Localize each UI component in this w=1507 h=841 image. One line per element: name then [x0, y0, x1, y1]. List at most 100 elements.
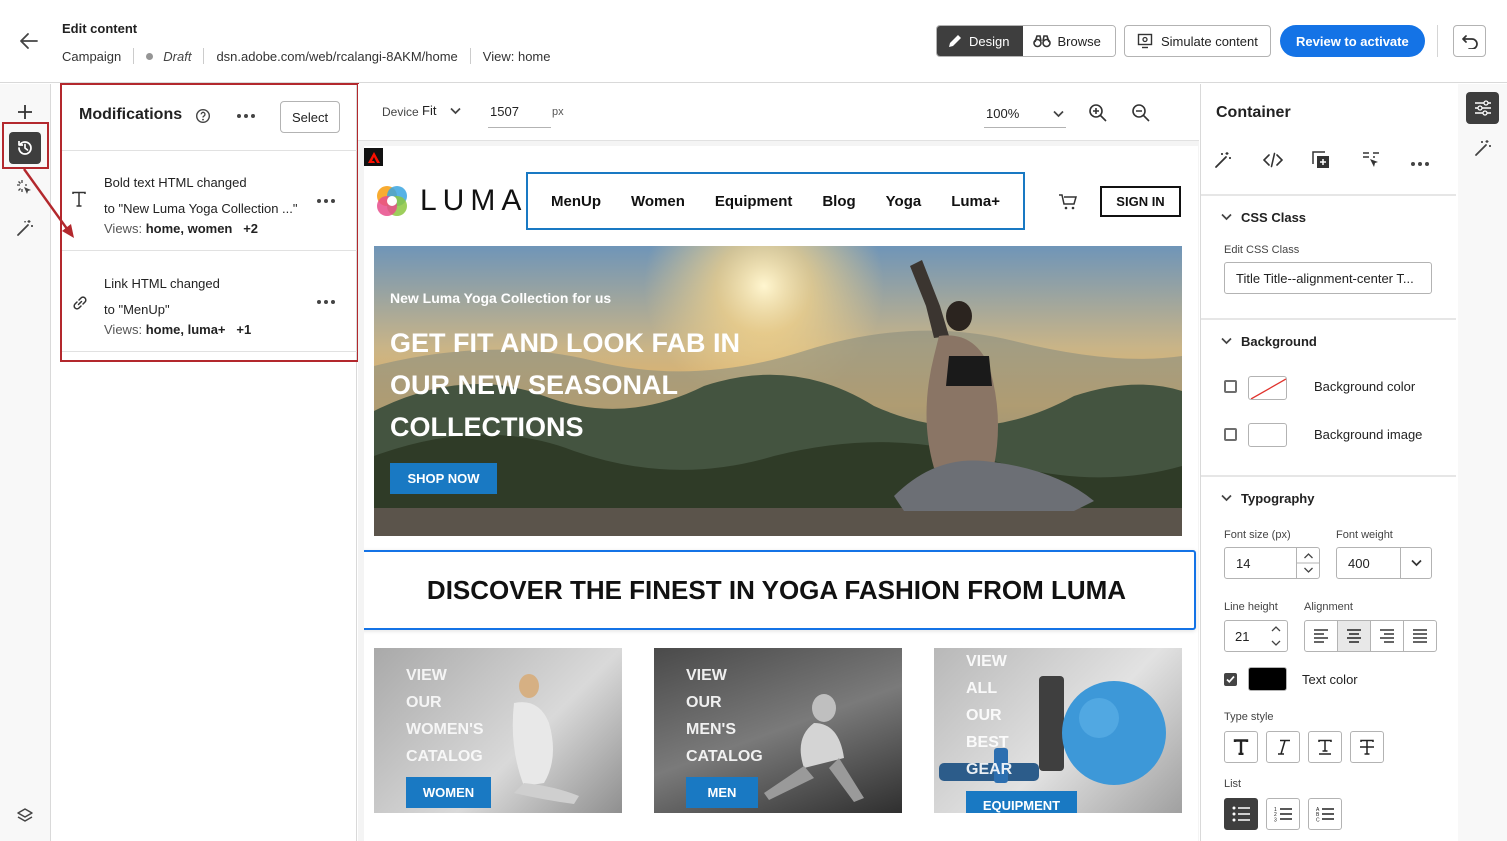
zoom-out-icon [1132, 104, 1150, 122]
luma-logo[interactable]: LUMA [374, 183, 527, 219]
chevron-down-icon[interactable] [1221, 494, 1232, 502]
layers-button[interactable] [9, 800, 41, 832]
device-dropdown[interactable]: Fit [422, 103, 462, 118]
align-left-button[interactable] [1305, 621, 1338, 651]
page-title: Edit content [62, 21, 138, 36]
background-image-checkbox[interactable] [1224, 428, 1237, 441]
layers-icon [17, 808, 33, 822]
font-weight-dropdown[interactable] [1400, 548, 1431, 578]
line-height-label: Line height [1224, 601, 1278, 613]
bullet-list-button[interactable] [1224, 798, 1258, 830]
mode-switcher: Design Browse [936, 25, 1116, 57]
strikethrough-button[interactable] [1350, 731, 1384, 763]
svg-text:3: 3 [1274, 818, 1277, 823]
view-label: View: home [482, 48, 551, 64]
luma-logo-icon [377, 186, 407, 216]
page-url: dsn.adobe.com/web/rcalangi-8AKM/home [216, 48, 458, 64]
select-parent-button[interactable] [1362, 151, 1380, 169]
background-section-title[interactable]: Background [1241, 334, 1317, 349]
properties-more-button[interactable] [1406, 154, 1434, 174]
header-divider [1437, 25, 1438, 57]
ai-assistant-button[interactable] [1466, 132, 1499, 164]
duplicate-button[interactable] [1312, 151, 1330, 169]
section-divider [1201, 194, 1456, 196]
bold-button[interactable] [1224, 731, 1258, 763]
review-to-activate-button[interactable]: Review to activate [1280, 25, 1425, 57]
zoom-in-button[interactable] [1088, 103, 1108, 123]
nav-item-women[interactable]: Women [631, 193, 685, 210]
background-image-swatch[interactable] [1248, 423, 1287, 447]
text-color-label: Text color [1302, 672, 1358, 687]
chevron-down-icon[interactable] [1221, 213, 1232, 221]
equipment-button[interactable]: EQUIPMENT [966, 791, 1077, 813]
cart-icon [1059, 194, 1077, 210]
discover-banner[interactable]: DISCOVER THE FINEST IN YOGA FASHION FROM… [364, 550, 1196, 630]
nav-item-blog[interactable]: Blog [822, 193, 855, 210]
sign-in-button[interactable]: SIGN IN [1100, 186, 1181, 217]
css-class-input[interactable]: Title Title--alignment-center T... [1224, 262, 1432, 294]
stepper-arrows-icon [1271, 626, 1281, 646]
hero-subtitle: New Luma Yoga Collection for us [390, 290, 612, 306]
lettered-list-button[interactable]: ABC [1308, 798, 1342, 830]
browse-button[interactable]: Browse [1023, 26, 1115, 56]
line-height-stepper[interactable] [1265, 621, 1287, 651]
numbered-list-button[interactable]: 123 [1266, 798, 1300, 830]
italic-icon [1278, 739, 1290, 755]
background-color-checkbox[interactable] [1224, 380, 1237, 393]
gear-card-text: VIEW ALL OUR BEST GEAR [966, 653, 1013, 778]
undo-button[interactable] [1453, 25, 1486, 57]
status-badge: Draft [163, 48, 192, 64]
align-justify-button[interactable] [1404, 621, 1436, 651]
numbered-list-icon: 123 [1274, 807, 1292, 823]
align-center-button[interactable] [1338, 621, 1371, 651]
typography-section-title[interactable]: Typography [1241, 491, 1314, 506]
hero-title: GET FIT AND LOOK FAB IN OUR NEW SEASONAL… [390, 328, 740, 442]
nav-item-yoga[interactable]: Yoga [886, 193, 922, 210]
align-right-button[interactable] [1371, 621, 1404, 651]
back-button[interactable] [14, 27, 44, 55]
align-center-icon [1347, 629, 1361, 643]
alignment-group [1304, 620, 1437, 652]
shop-now-button[interactable]: SHOP NOW [390, 463, 497, 494]
css-class-section-title[interactable]: CSS Class [1241, 210, 1306, 225]
plus-icon [18, 105, 32, 119]
text-color-checkbox[interactable] [1224, 673, 1237, 686]
cart-button[interactable] [1058, 193, 1078, 211]
magic-wand-icon [1474, 140, 1491, 156]
zoom-dropdown[interactable]: 100% [984, 100, 1066, 128]
underline-button[interactable] [1308, 731, 1342, 763]
font-size-stepper[interactable] [1296, 548, 1320, 578]
nav-item-equipment[interactable]: Equipment [715, 193, 793, 210]
duplicate-icon [1312, 151, 1329, 168]
men-card-text: VIEW OUR MEN'S CATALOG [686, 667, 763, 765]
properties-toggle-button[interactable] [1466, 92, 1499, 124]
chevron-down-icon[interactable] [1221, 337, 1232, 345]
italic-button[interactable] [1266, 731, 1300, 763]
men-button[interactable]: MEN [686, 777, 758, 808]
zoom-out-button[interactable] [1131, 103, 1151, 123]
width-input[interactable]: 1507 [488, 100, 551, 128]
magic-wand-button[interactable] [1214, 151, 1232, 169]
code-button[interactable] [1263, 152, 1283, 168]
font-size-input[interactable]: 14 [1224, 547, 1320, 579]
lettered-list-icon: ABC [1316, 807, 1334, 822]
women-button[interactable]: WOMEN [406, 777, 491, 808]
women-card-text: VIEW OUR WOMEN'S CATALOG [406, 667, 484, 765]
align-right-icon [1380, 629, 1394, 643]
simulate-content-button[interactable]: Simulate content [1124, 25, 1271, 57]
women-card[interactable]: VIEW OUR WOMEN'S CATALOG WOMEN [374, 648, 622, 813]
men-card[interactable]: VIEW OUR MEN'S CATALOG MEN [654, 648, 902, 813]
status-dot-icon [146, 52, 154, 60]
stepper-arrows-icon [1297, 553, 1320, 573]
nav-item-menup[interactable]: MenUp [551, 193, 601, 210]
code-icon [1263, 152, 1283, 168]
background-color-label: Background color [1314, 379, 1416, 394]
nav-item-luma-plus[interactable]: Luma+ [951, 193, 1000, 210]
background-color-swatch[interactable] [1248, 376, 1287, 400]
text-color-swatch[interactable] [1248, 667, 1287, 691]
zoom-in-icon [1089, 104, 1107, 122]
gear-card[interactable]: VIEW ALL OUR BEST GEAR EQUIPMENT [934, 648, 1182, 813]
design-button[interactable]: Design [937, 26, 1024, 56]
line-height-input[interactable]: 21 [1224, 620, 1288, 652]
font-weight-select[interactable]: 400 [1336, 547, 1432, 579]
